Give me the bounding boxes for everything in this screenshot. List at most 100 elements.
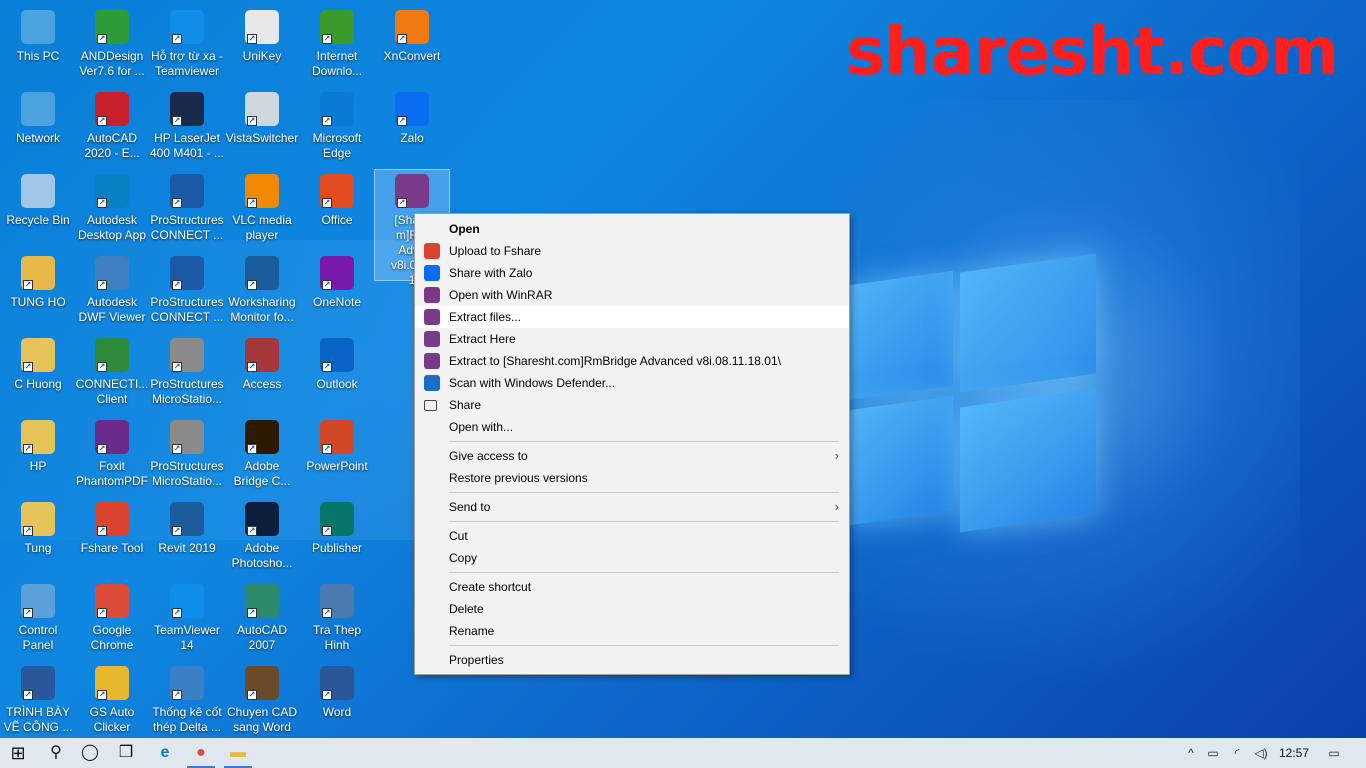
- shortcut-arrow-icon: ↗: [322, 362, 332, 372]
- desktop-icon[interactable]: ↗ ProStructures MicroStatio...: [149, 334, 225, 414]
- show-hidden-icons-button[interactable]: ^: [1180, 738, 1202, 768]
- menu-item-extract-here[interactable]: Extract Here: [415, 328, 849, 350]
- menu-item-cut[interactable]: Cut: [415, 525, 849, 547]
- start-button[interactable]: ⊞: [0, 738, 36, 768]
- desktop-icon[interactable]: ↗ Worksharing Monitor fo...: [224, 252, 300, 332]
- desktop-icon[interactable]: ↗ VLC media player: [224, 170, 300, 250]
- menu-item-share-with-zalo[interactable]: Share with Zalo: [415, 262, 849, 284]
- taskbar-pinned-app[interactable]: e: [147, 738, 183, 768]
- menu-item-properties[interactable]: Properties: [415, 649, 849, 671]
- shortcut-arrow-icon: ↗: [247, 690, 257, 700]
- desktop-icon[interactable]: ↗ UniKey: [224, 6, 300, 86]
- desktop-icon[interactable]: ↗ AutoCAD 2020 - E...: [74, 88, 150, 168]
- desktop-icon[interactable]: ↗ Tra Thep Hinh: [299, 580, 375, 660]
- menu-item-extract-to-sharesht-com-rmbrid[interactable]: Extract to [Sharesht.com]RmBridge Advanc…: [415, 350, 849, 372]
- desktop-icon[interactable]: ↗ Fshare Tool: [74, 498, 150, 578]
- desktop-icon[interactable]: ↗ Word: [299, 662, 375, 742]
- desktop-icon[interactable]: ↗ Thống kê cốt thép Delta ...: [149, 662, 225, 742]
- autocad-icon: ↗: [95, 92, 129, 126]
- menu-item-create-shortcut[interactable]: Create shortcut: [415, 576, 849, 598]
- clock[interactable]: 12:57: [1274, 738, 1314, 768]
- menu-item-open[interactable]: Open: [415, 218, 849, 240]
- desktop-icon[interactable]: ↗ CONNECTI... Client: [74, 334, 150, 414]
- network-button[interactable]: ◜: [1226, 738, 1248, 768]
- cortana-button[interactable]: ◯: [72, 738, 108, 768]
- desktop-icon[interactable]: ↗ HP: [0, 416, 76, 496]
- menu-item-upload-to-fshare[interactable]: Upload to Fshare: [415, 240, 849, 262]
- desktop-icon[interactable]: ↗ ANDDesign Ver7.6 for ...: [74, 6, 150, 86]
- powerpoint-icon: ↗: [320, 420, 354, 454]
- desktop-icon[interactable]: ↗ ProStructures MicroStatio...: [149, 416, 225, 496]
- menu-item-label: Properties: [449, 653, 504, 667]
- desktop-icon-label: UniKey: [242, 49, 282, 63]
- desktop-icon[interactable]: ↗ Zalo: [374, 88, 450, 168]
- desktop-icon[interactable]: ↗ HP LaserJet 400 M401 - ...: [149, 88, 225, 168]
- menu-item-copy[interactable]: Copy: [415, 547, 849, 569]
- desktop-icon[interactable]: ↗ Adobe Bridge C...: [224, 416, 300, 496]
- desktop-icon[interactable]: ↗ TeamViewer 14: [149, 580, 225, 660]
- action-center-button[interactable]: ▭: [1322, 738, 1346, 768]
- desktop-icon[interactable]: Network: [0, 88, 76, 168]
- menu-item-give-access-to[interactable]: Give access to ›: [415, 445, 849, 467]
- menu-item-label: Delete: [449, 602, 484, 616]
- search-button[interactable]: ⚲: [38, 738, 74, 768]
- desktop-icon[interactable]: ↗ GS Auto Clicker: [74, 662, 150, 742]
- desktop-icon-label: CONNECTI... Client: [75, 377, 149, 406]
- menu-item-open-with[interactable]: Open with...: [415, 416, 849, 438]
- desktop-icon[interactable]: ↗ Hỗ trợ từ xa - Teamviewer: [149, 6, 225, 86]
- desktop-icon[interactable]: This PC: [0, 6, 76, 86]
- desktop-icon[interactable]: ↗ ProStructures CONNECT ...: [149, 252, 225, 332]
- desktop-icon[interactable]: ↗ Microsoft Edge: [299, 88, 375, 168]
- menu-item-share[interactable]: Share: [415, 394, 849, 416]
- user-folder-icon: ↗: [21, 256, 55, 290]
- desktop-icon[interactable]: ↗ XnConvert: [374, 6, 450, 86]
- autocad-icon: ↗: [245, 584, 279, 618]
- menu-item-delete[interactable]: Delete: [415, 598, 849, 620]
- cortana-icon: ◯: [81, 744, 99, 761]
- desktop-icon[interactable]: ↗ Publisher: [299, 498, 375, 578]
- volume-button[interactable]: ◁): [1250, 738, 1272, 768]
- desktop-icon[interactable]: ↗ OneNote: [299, 252, 375, 332]
- menu-item-open-with-winrar[interactable]: Open with WinRAR: [415, 284, 849, 306]
- desktop-icon[interactable]: ↗ Control Panel: [0, 580, 76, 660]
- desktop-icon[interactable]: ↗ Foxit PhantomPDF: [74, 416, 150, 496]
- menu-item-rename[interactable]: Rename: [415, 620, 849, 642]
- desktop-icon[interactable]: Recycle Bin: [0, 170, 76, 250]
- word-icon: ↗: [320, 666, 354, 700]
- desktop-icon[interactable]: ↗ Adobe Photosho...: [224, 498, 300, 578]
- shortcut-arrow-icon: ↗: [23, 526, 33, 536]
- desktop-icon[interactable]: ↗ Outlook: [299, 334, 375, 414]
- desktop-icon[interactable]: ↗ Google Chrome: [74, 580, 150, 660]
- desktop-icon[interactable]: ↗ Chuyen CAD sang Word: [224, 662, 300, 742]
- desktop-icon[interactable]: ↗ TUNG HO: [0, 252, 76, 332]
- watermark-text: sharesht.com: [846, 13, 1339, 90]
- desktop-icon[interactable]: ↗ PowerPoint: [299, 416, 375, 496]
- desktop-icon[interactable]: ↗ Tung: [0, 498, 76, 578]
- desktop-icon[interactable]: ↗ AutoCAD 2007: [224, 580, 300, 660]
- menu-item-scan-with-windows-defender[interactable]: Scan with Windows Defender...: [415, 372, 849, 394]
- task-view-button[interactable]: ❒: [108, 738, 144, 768]
- menu-item-send-to[interactable]: Send to ›: [415, 496, 849, 518]
- task-view-icon: ❒: [118, 744, 134, 761]
- taskbar-pinned-app[interactable]: ▬: [220, 738, 256, 768]
- desktop-icon[interactable]: ↗ Autodesk DWF Viewer: [74, 252, 150, 332]
- desktop-icon[interactable]: ↗ C Huong: [0, 334, 76, 414]
- desktop-icon[interactable]: ↗ Autodesk Desktop App: [74, 170, 150, 250]
- desktop-icon-label: Network: [15, 131, 60, 145]
- desktop-icon[interactable]: ↗ ProStructures CONNECT ...: [149, 170, 225, 250]
- desktop-icon[interactable]: ↗ TRÌNH BÀY VẼ CÔNG ...: [0, 662, 76, 742]
- taskbar-pinned-app[interactable]: ●: [183, 738, 219, 768]
- desktop-icon[interactable]: ↗ Revit 2019: [149, 498, 225, 578]
- menu-item-extract-files[interactable]: Extract files...: [415, 306, 849, 328]
- desktop-icon[interactable]: ↗ Internet Downlo...: [299, 6, 375, 86]
- battery-button[interactable]: ▭: [1202, 738, 1224, 768]
- prostructures-icon: ↗: [170, 174, 204, 208]
- chrome-icon: ↗: [95, 584, 129, 618]
- prostructures-icon: ↗: [170, 256, 204, 290]
- desktop-icon[interactable]: ↗ VistaSwitcher: [224, 88, 300, 168]
- menu-item-restore-previous-versions[interactable]: Restore previous versions: [415, 467, 849, 489]
- shortcut-arrow-icon: ↗: [97, 608, 107, 618]
- desktop-icon[interactable]: ↗ Access: [224, 334, 300, 414]
- desktop-icon-label: Word: [322, 705, 352, 719]
- desktop-icon[interactable]: ↗ Office: [299, 170, 375, 250]
